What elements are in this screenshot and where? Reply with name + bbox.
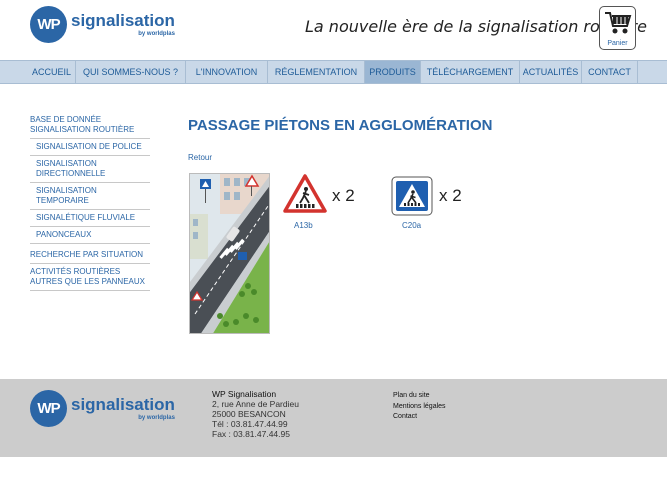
sign-a13b[interactable] [283,174,327,219]
pedestrian-crossing-warning-icon [283,174,327,213]
cart-button[interactable]: Panier [599,6,636,50]
crossing-scene-illustration[interactable] [189,173,270,334]
footer-company: WP Signalisation [212,389,277,399]
site-footer: WP signalisation by worldplas WP Signali… [0,379,667,457]
logo-by: by worldplas [138,31,175,37]
footer-logo-badge: WP [30,390,67,427]
sidebar-item-activites-routieres[interactable]: ACTIVITÉS ROUTIÈRES AUTRES QUE LES PANNE… [30,267,150,291]
sidebar-item-base-de-donnee[interactable]: BASE DE DONNÉE SIGNALISATION ROUTIÈRE [30,115,150,139]
footer-address: WP Signalisation 2, rue Anne de Pardieu … [212,389,299,439]
sign-a13b-quantity: x 2 [332,186,355,205]
logo-word: signalisation [71,11,175,30]
sign-c20a-quantity: x 2 [439,186,462,205]
sidebar-item-directionnelle[interactable]: SIGNALISATION DIRECTIONNELLE [30,159,150,183]
nav-item-qui-sommes-nous[interactable]: QUI SOMMES-NOUS ? [76,61,186,83]
sidebar-item-recherche-situation[interactable]: RECHERCHE PAR SITUATION [30,250,150,264]
footer-link-contact[interactable]: Contact [393,412,446,423]
street-scene-image [190,174,269,333]
pedestrian-crossing-info-icon [391,176,433,216]
sidebar-item-temporaire[interactable]: SIGNALISATION TEMPORAIRE [30,186,150,210]
nav-item-telechargement[interactable]: TÉLÉCHARGEMENT [421,61,520,83]
footer-link-mentions-legales[interactable]: Mentions légales [393,402,446,413]
tagline: La nouvelle ère de la signalisation rout… [305,17,647,36]
nav-item-innovation[interactable]: L'INNOVATION [186,61,268,83]
footer-links: Plan du site Mentions légales Contact [393,391,446,423]
main-nav: ACCUEIL QUI SOMMES-NOUS ? L'INNOVATION R… [0,60,667,84]
cart-label: Panier [607,40,628,47]
site-header: WP signalisation by worldplas La nouvell… [0,0,667,58]
nav-item-produits[interactable]: PRODUITS [365,61,421,83]
footer-address-line2: 25000 BESANCON [212,409,286,419]
footer-link-plan-du-site[interactable]: Plan du site [393,391,446,402]
nav-item-actualites[interactable]: ACTUALITÉS [520,61,582,83]
sign-c20a-code[interactable]: C20a [402,221,421,230]
footer-fax: Fax : 03.81.47.44.95 [212,429,290,439]
sign-c20a[interactable] [391,176,433,221]
sidebar: BASE DE DONNÉE SIGNALISATION ROUTIÈRE SI… [30,115,150,294]
nav-item-accueil[interactable]: ACCUEIL [28,61,76,83]
page-title: PASSAGE PIÉTONS EN AGGLOMÉRATION [188,117,493,134]
footer-logo[interactable]: WP signalisation by worldplas [30,390,175,427]
nav-item-contact[interactable]: CONTACT [582,61,638,83]
cart-icon [604,12,631,34]
site-logo[interactable]: WP signalisation by worldplas [30,6,175,43]
sidebar-item-panonceaux[interactable]: PANONCEAUX [30,230,150,244]
footer-logo-by: by worldplas [138,415,175,421]
footer-logo-word: signalisation [71,395,175,414]
sidebar-item-police[interactable]: SIGNALISATION DE POLICE [30,142,150,156]
logo-badge: WP [30,6,67,43]
sidebar-item-fluviale[interactable]: SIGNALÉTIQUE FLUVIALE [30,213,150,227]
sign-a13b-code[interactable]: A13b [294,221,313,230]
back-link[interactable]: Retour [188,153,212,162]
footer-tel: Tél : 03.81.47.44.99 [212,419,288,429]
footer-address-line1: 2, rue Anne de Pardieu [212,399,299,409]
nav-item-reglementation[interactable]: RÉGLEMENTATION [268,61,365,83]
